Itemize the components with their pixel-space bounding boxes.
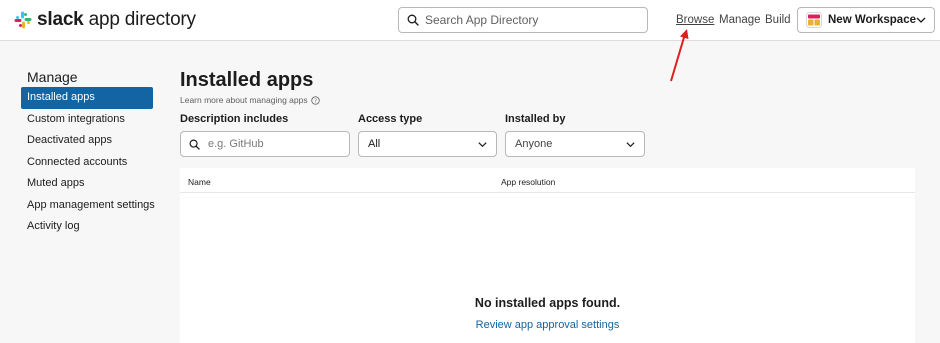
installed-by-value: Anyone xyxy=(515,138,553,150)
learn-more-link[interactable]: Learn more about managing apps ? xyxy=(180,95,320,105)
workspace-icon xyxy=(806,12,822,28)
workspace-switcher[interactable]: New Workspace xyxy=(797,7,935,33)
search-icon xyxy=(189,139,200,150)
sidebar-item-custom-integrations[interactable]: Custom integrations xyxy=(21,109,153,131)
chevron-down-icon xyxy=(916,17,926,23)
sidebar-nav: Installed apps Custom integrations Deact… xyxy=(21,87,155,238)
sidebar-item-app-management-settings[interactable]: App management settings xyxy=(21,195,155,217)
column-header-app-resolution[interactable]: App resolution xyxy=(501,177,555,187)
nav-build-link[interactable]: Build xyxy=(765,14,791,26)
top-bar: slack app directory Browse Manage Build … xyxy=(0,0,940,41)
description-filter-label: Description includes xyxy=(180,113,289,125)
empty-state-title: No installed apps found. xyxy=(474,296,621,310)
annotation-arrow-icon xyxy=(670,29,689,82)
sidebar-item-activity-log[interactable]: Activity log xyxy=(21,216,153,238)
access-type-value: All xyxy=(368,138,381,150)
logo-text: slack app directory xyxy=(37,9,196,30)
access-type-select[interactable]: All xyxy=(358,131,497,157)
nav-browse-link[interactable]: Browse xyxy=(676,14,714,26)
search-icon xyxy=(407,14,419,26)
app-directory-search[interactable] xyxy=(398,7,648,33)
slack-logo-icon xyxy=(14,11,32,29)
page-title: Installed apps xyxy=(180,69,314,91)
chevron-down-icon xyxy=(626,142,635,148)
review-app-approval-settings-link[interactable]: Review app approval settings xyxy=(180,319,915,331)
help-icon: ? xyxy=(310,95,320,105)
svg-text:?: ? xyxy=(314,98,317,104)
installed-apps-table: Name App resolution No installed apps fo… xyxy=(180,168,915,343)
table-header: Name App resolution xyxy=(180,168,915,193)
description-filter[interactable] xyxy=(180,131,350,157)
chevron-down-icon xyxy=(478,142,487,148)
description-filter-input[interactable] xyxy=(208,138,348,150)
workspace-name: New Workspace xyxy=(828,14,916,26)
access-type-filter-label: Access type xyxy=(358,113,423,125)
installed-by-select[interactable]: Anyone xyxy=(505,131,645,157)
sidebar-item-connected-accounts[interactable]: Connected accounts xyxy=(21,152,153,174)
sidebar-item-deactivated-apps[interactable]: Deactivated apps xyxy=(21,130,153,152)
search-input[interactable] xyxy=(425,13,635,27)
sidebar-item-muted-apps[interactable]: Muted apps xyxy=(21,173,153,195)
sidebar-title: Manage xyxy=(27,69,78,85)
installed-by-filter-label: Installed by xyxy=(505,113,566,125)
learn-more-text: Learn more about managing apps xyxy=(180,95,308,105)
slack-logo[interactable]: slack app directory xyxy=(14,9,196,31)
sidebar-item-installed-apps[interactable]: Installed apps xyxy=(21,87,153,109)
column-header-name[interactable]: Name xyxy=(188,177,211,187)
nav-manage-link[interactable]: Manage xyxy=(719,14,761,26)
